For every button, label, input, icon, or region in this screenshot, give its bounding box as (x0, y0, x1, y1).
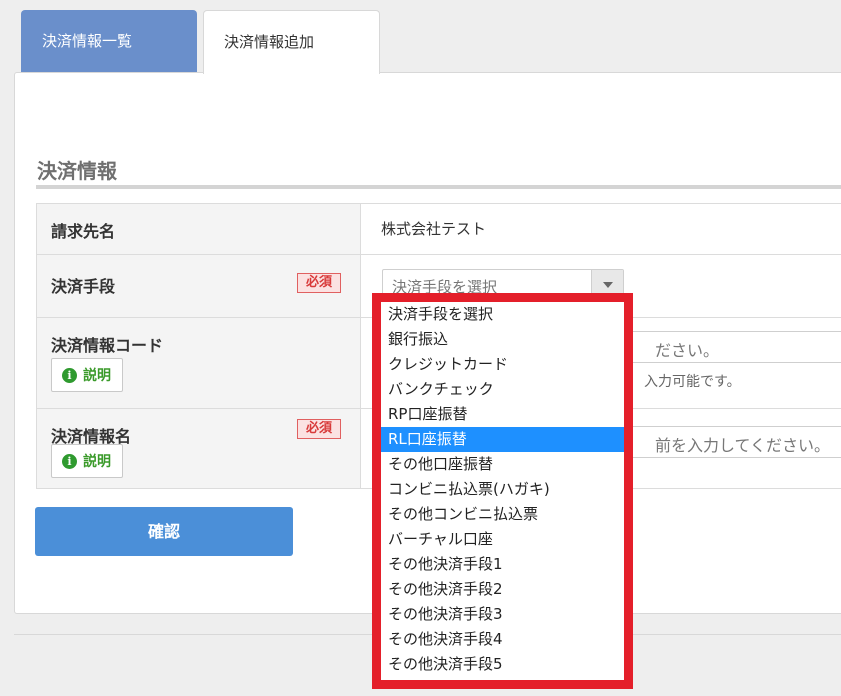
payment-name-label-cell: 決済情報名 必須 i 説明 (36, 409, 361, 488)
dropdown-option[interactable]: クレジットカード (381, 352, 624, 377)
dropdown-option[interactable]: その他口座振替 (381, 452, 624, 477)
payment-code-input-text: ださい。 (655, 341, 720, 360)
payment-code-note: 入力可能です。 (644, 374, 741, 390)
payment-name-input-text: 前を入力してください。 (655, 436, 831, 455)
dropdown-option[interactable]: RL口座振替 (381, 427, 624, 452)
section-title: 決済情報 (37, 159, 117, 183)
billing-name-label-cell: 請求先名 (36, 204, 361, 254)
dropdown-option[interactable]: 銀行振込 (381, 327, 624, 352)
payment-code-label: 決済情報コード (51, 336, 164, 355)
dropdown-option[interactable]: その他決済手段1 (381, 552, 624, 577)
billing-name-value: 株式会社テスト (381, 220, 487, 238)
payment-method-options: 決済手段を選択 銀行振込 クレジットカード バンクチェック RP口座振替 RL口座振替 その… (381, 302, 624, 677)
info-icon: i (62, 367, 77, 383)
billing-name-label: 請求先名 (51, 222, 116, 241)
dropdown-option[interactable]: 決済手段を選択 (381, 302, 624, 327)
dropdown-option[interactable]: バーチャル口座 (381, 527, 624, 552)
dropdown-option[interactable]: その他決済手段5 (381, 652, 624, 677)
dropdown-option[interactable]: RP口座振替 (381, 402, 624, 427)
dropdown-option[interactable]: コンビニ払込票(ハガキ) (381, 477, 624, 502)
dropdown-option[interactable]: その他コンビニ払込票 (381, 502, 624, 527)
billing-name-value-cell: 株式会社テスト (361, 204, 841, 254)
dropdown-option[interactable]: その他決済手段2 (381, 577, 624, 602)
payment-name-help-button[interactable]: i 説明 (51, 444, 123, 478)
required-badge: 必須 (297, 419, 341, 439)
payment-code-help-button[interactable]: i 説明 (51, 358, 123, 392)
payment-method-label: 決済手段 (51, 277, 116, 296)
dropdown-option[interactable]: その他決済手段4 (381, 627, 624, 652)
help-label: 説明 (83, 368, 111, 384)
payment-method-label-cell: 決済手段 必須 (36, 255, 361, 317)
payment-code-label-cell: 決済情報コード i 説明 (36, 318, 361, 408)
dropdown-option[interactable]: バンクチェック (381, 377, 624, 402)
tab-bar: 決済情報一覧 決済情報追加 (0, 0, 841, 74)
dropdown-option[interactable]: その他決済手段3 (381, 602, 624, 627)
help-label: 説明 (83, 454, 111, 470)
info-icon: i (62, 453, 77, 469)
confirm-button[interactable]: 確認 (35, 507, 293, 556)
payment-method-dropdown[interactable]: 決済手段を選択 銀行振込 クレジットカード バンクチェック RP口座振替 RL口座振替 その… (372, 293, 633, 689)
tab-payment-add[interactable]: 決済情報追加 (203, 10, 380, 74)
section-divider (36, 185, 841, 189)
row-billing-name: 請求先名 株式会社テスト (36, 204, 841, 255)
tab-payment-list[interactable]: 決済情報一覧 (21, 10, 197, 72)
required-badge: 必須 (297, 273, 341, 293)
